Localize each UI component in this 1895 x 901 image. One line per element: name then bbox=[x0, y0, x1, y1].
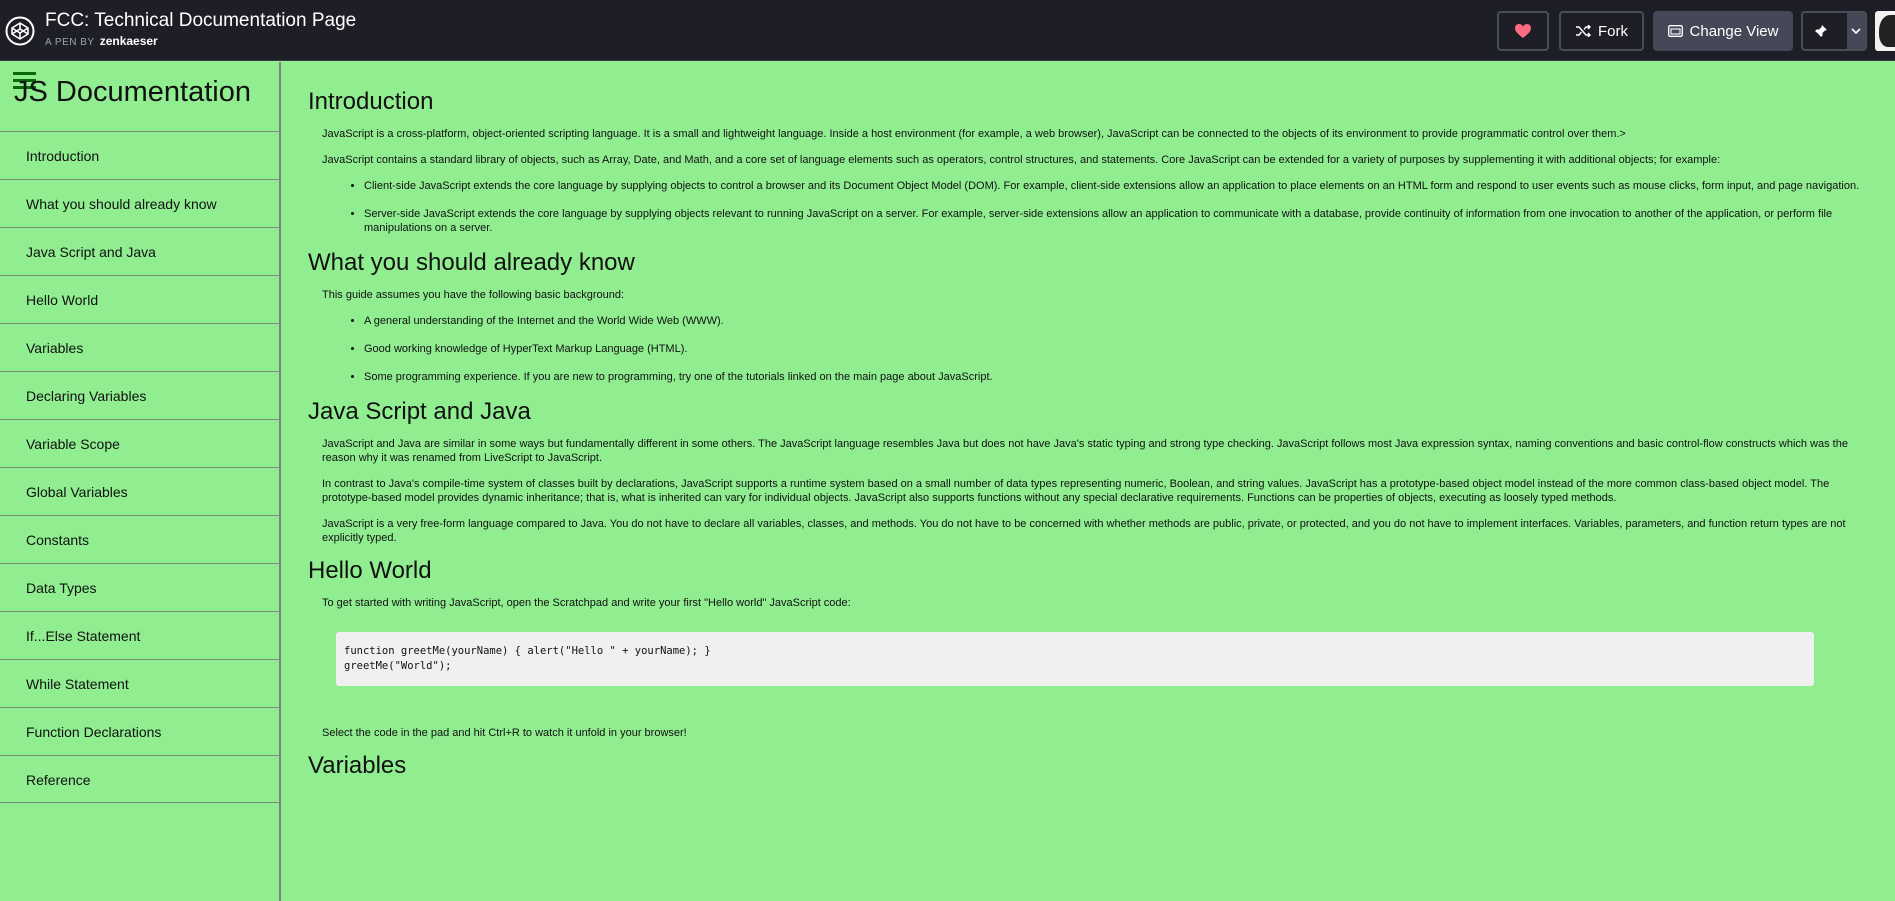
paragraph: In contrast to Java's compile-time syste… bbox=[322, 478, 1830, 504]
paragraph: JavaScript contains a standard library o… bbox=[322, 154, 1721, 166]
bullet-list: Client-side JavaScript extends the core … bbox=[364, 179, 1863, 235]
section-title: What you should already know bbox=[308, 249, 635, 276]
section-java-script-and-java: Java Script and Java JavaScript and Java… bbox=[308, 398, 1863, 545]
avatar[interactable] bbox=[1875, 11, 1895, 51]
pin-button[interactable] bbox=[1801, 11, 1867, 51]
codepen-logo-icon[interactable] bbox=[5, 16, 35, 46]
paragraph: JavaScript is a cross-platform, object-o… bbox=[322, 128, 1626, 140]
list-item: Server-side JavaScript extends the core … bbox=[364, 207, 1863, 235]
nav-link-if-else-statement[interactable]: If...Else Statement bbox=[0, 611, 279, 659]
fork-label: Fork bbox=[1598, 22, 1628, 40]
change-view-button[interactable]: Change View bbox=[1653, 11, 1793, 51]
list-item: Some programming experience. If you are … bbox=[364, 370, 1863, 384]
fork-button[interactable]: Fork bbox=[1559, 11, 1644, 51]
paragraph: JavaScript is a very free-form language … bbox=[322, 518, 1846, 544]
nav-link-java-script-and-java[interactable]: Java Script and Java bbox=[0, 227, 279, 275]
bullet-list: A general understanding of the Internet … bbox=[364, 314, 1863, 384]
section-variables: Variables bbox=[308, 752, 1863, 780]
nav-link-introduction[interactable]: Introduction bbox=[0, 131, 279, 179]
nav-link-variables[interactable]: Variables bbox=[0, 323, 279, 371]
pin-icon bbox=[1815, 25, 1828, 37]
heart-icon bbox=[1515, 24, 1531, 38]
pen-byline: A PEN BY zenkaeser bbox=[45, 34, 158, 48]
section-introduction: Introduction JavaScript is a cross-platf… bbox=[308, 88, 1863, 235]
list-item: Client-side JavaScript extends the core … bbox=[364, 179, 1863, 193]
paragraph: Select the code in the pad and hit Ctrl+… bbox=[322, 727, 687, 739]
nav-link-data-types[interactable]: Data Types bbox=[0, 563, 279, 611]
nav-list: Introduction What you should already kno… bbox=[0, 131, 279, 803]
code-line: greetMe("World"); bbox=[344, 660, 452, 672]
change-view-label: Change View bbox=[1689, 22, 1779, 40]
paragraph: This guide assumes you have the followin… bbox=[322, 289, 625, 301]
pin-dropdown[interactable] bbox=[1846, 13, 1865, 49]
nav-title: JS Documentation bbox=[14, 76, 251, 108]
list-item: A general understanding of the Internet … bbox=[364, 314, 1863, 328]
fork-icon bbox=[1576, 25, 1591, 37]
paragraph: To get started with writing JavaScript, … bbox=[322, 597, 851, 609]
pin-main[interactable] bbox=[1803, 13, 1840, 49]
nav-link-what-you-should-already-know[interactable]: What you should already know bbox=[0, 179, 279, 227]
nav-link-declaring-variables[interactable]: Declaring Variables bbox=[0, 371, 279, 419]
main-doc: Introduction JavaScript is a cross-platf… bbox=[283, 62, 1895, 901]
chevron-down-icon bbox=[1851, 27, 1861, 34]
section-title: Java Script and Java bbox=[308, 398, 531, 425]
codepen-header: FCC: Technical Documentation Page A PEN … bbox=[0, 0, 1895, 61]
code-line: function greetMe(yourName) { alert("Hell… bbox=[344, 645, 711, 657]
section-title: Hello World bbox=[308, 557, 432, 584]
nav-link-reference[interactable]: Reference bbox=[0, 755, 279, 803]
paragraph: JavaScript and Java are similar in some … bbox=[322, 438, 1848, 464]
section-title: Introduction bbox=[308, 88, 434, 115]
nav-link-constants[interactable]: Constants bbox=[0, 515, 279, 563]
nav-link-global-variables[interactable]: Global Variables bbox=[0, 467, 279, 515]
author-link[interactable]: zenkaeser bbox=[100, 34, 158, 48]
list-item: Good working knowledge of HyperText Mark… bbox=[364, 342, 1863, 356]
byline-prefix: A PEN BY bbox=[45, 37, 95, 48]
section-what-you-should-already-know: What you should already know This guide … bbox=[308, 249, 1863, 384]
nav-link-function-declarations[interactable]: Function Declarations bbox=[0, 707, 279, 755]
change-view-icon bbox=[1667, 25, 1683, 37]
pen-title[interactable]: FCC: Technical Documentation Page bbox=[45, 10, 356, 32]
nav-link-while-statement[interactable]: While Statement bbox=[0, 659, 279, 707]
heart-button[interactable] bbox=[1497, 11, 1549, 51]
section-title: Variables bbox=[308, 752, 407, 779]
code-block[interactable]: function greetMe(yourName) { alert("Hell… bbox=[336, 632, 1814, 686]
section-hello-world: Hello World To get started with writing … bbox=[308, 557, 1863, 740]
nav-link-variable-scope[interactable]: Variable Scope bbox=[0, 419, 279, 467]
nav-link-hello-world[interactable]: Hello World bbox=[0, 275, 279, 323]
